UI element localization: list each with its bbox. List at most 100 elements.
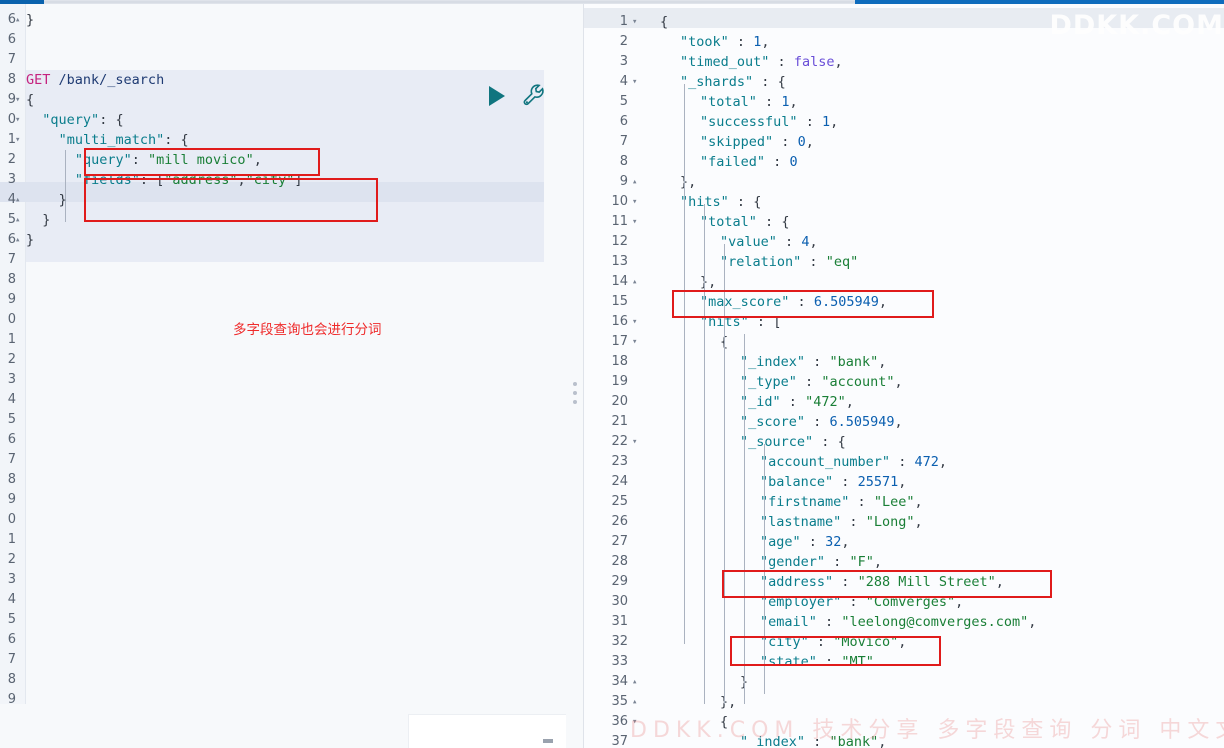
response-code-line[interactable]: 12 "value" : 4,: [584, 232, 1224, 252]
response-code-line[interactable]: 18 "_index" : "bank",: [584, 352, 1224, 372]
response-code-line[interactable]: 31 "email" : "leelong@comverges.com",: [584, 612, 1224, 632]
line-number: 1: [619, 14, 628, 29]
line-number: 0: [7, 112, 16, 127]
line-number: 7: [7, 452, 16, 467]
request-code-line[interactable]: 4 ▴ }: [0, 190, 566, 210]
response-code-line[interactable]: 13 "relation" : "eq": [584, 252, 1224, 272]
request-code-line[interactable]: 0 ▾ "query": {: [0, 110, 566, 130]
response-code-line[interactable]: 33 "state" : "MT": [584, 652, 1224, 672]
response-code-line[interactable]: 3 "timed_out" : false,: [584, 52, 1224, 72]
response-code-line[interactable]: 4 ▾ "_shards" : {: [584, 72, 1224, 92]
line-number: 12: [611, 234, 628, 249]
fold-toggle-icon[interactable]: ▾: [632, 432, 637, 452]
line-number: 21: [611, 414, 628, 429]
response-code-line[interactable]: 20 "_id" : "472",: [584, 392, 1224, 412]
response-code-line[interactable]: 26 "lastname" : "Long",: [584, 512, 1224, 532]
response-code-line[interactable]: 27 "age" : 32,: [584, 532, 1224, 552]
fold-toggle-icon[interactable]: ▴: [15, 10, 20, 30]
response-code-line[interactable]: 24 "balance" : 25571,: [584, 472, 1224, 492]
fold-toggle-icon[interactable]: ▾: [632, 192, 637, 212]
line-number: 1: [7, 532, 16, 547]
line-number: 0: [7, 312, 16, 327]
request-code-line[interactable]: 7: [0, 50, 566, 70]
response-code-line[interactable]: 25 "firstname" : "Lee",: [584, 492, 1224, 512]
response-code-line[interactable]: 29 "address" : "288 Mill Street",: [584, 572, 1224, 592]
indent-guide: [684, 84, 685, 644]
request-code-line[interactable]: 3 "fields": ["address","city"]: [0, 170, 566, 190]
fold-toggle-icon[interactable]: ▾: [632, 212, 637, 232]
request-code-line[interactable]: 9 ▾ {: [0, 90, 566, 110]
split-drag-handle-icon[interactable]: [571, 382, 579, 408]
response-code-line[interactable]: 15 "max_score" : 6.505949,: [584, 292, 1224, 312]
fold-toggle-icon[interactable]: ▴: [632, 172, 637, 192]
fold-toggle-icon[interactable]: ▾: [632, 12, 637, 32]
request-code-line[interactable]: 6 ▴}: [0, 10, 566, 30]
code-text: "employer" : "Comverges",: [760, 594, 964, 610]
code-text: "took" : 1,: [680, 34, 770, 50]
fold-toggle-icon[interactable]: ▴: [15, 210, 20, 230]
fold-toggle-icon[interactable]: ▾: [632, 72, 637, 92]
response-code-line[interactable]: 30 "employer" : "Comverges",: [584, 592, 1224, 612]
play-icon[interactable]: [486, 84, 508, 108]
line-number: 2: [7, 352, 16, 367]
request-code-line[interactable]: 8 GET /bank/_search: [0, 70, 566, 90]
response-code-line[interactable]: 35 ▴},: [584, 692, 1224, 712]
response-code-line[interactable]: 19 "_type" : "account",: [584, 372, 1224, 392]
response-code-line[interactable]: 23 "account_number" : 472,: [584, 452, 1224, 472]
response-code-line[interactable]: 16 ▾ "hits" : [: [584, 312, 1224, 332]
code-text: "lastname" : "Long",: [760, 514, 923, 530]
line-number: 1: [7, 132, 16, 147]
response-code-line[interactable]: 17▾{: [584, 332, 1224, 352]
line-number: 25: [611, 494, 628, 509]
request-code-line[interactable]: 1 ▾ "multi_match": {: [0, 130, 566, 150]
response-code-line[interactable]: 32 "city" : "Movico",: [584, 632, 1224, 652]
response-code-line[interactable]: 9 ▴},: [584, 172, 1224, 192]
line-number: 19: [611, 374, 628, 389]
fold-toggle-icon[interactable]: ▴: [632, 672, 637, 692]
response-editor-lines[interactable]: 1 ▾ {2 "took" : 1, 3 "timed_out" : false, 4 ▾ "_…: [584, 4, 1224, 748]
response-code-line[interactable]: 6 "successful" : 1,: [584, 112, 1224, 132]
fold-toggle-icon[interactable]: ▾: [632, 312, 637, 332]
top-bar-gray-track: [44, 1, 855, 3]
resize-grip-icon[interactable]: [543, 739, 553, 743]
request-pane[interactable]: 6 ▴} 6 7 8 GET /bank/_search 9 ▾{0 ▾ "query": {1…: [0, 4, 566, 748]
line-number: 8: [619, 154, 628, 169]
code-text: }: [58, 192, 67, 208]
code-text: "total" : {: [700, 214, 790, 230]
response-code-line[interactable]: 14 ▴},: [584, 272, 1224, 292]
fold-toggle-icon[interactable]: ▴: [15, 230, 20, 250]
fold-toggle-icon[interactable]: ▾: [15, 110, 20, 130]
fold-toggle-icon[interactable]: ▾: [15, 130, 20, 150]
autocomplete-popup[interactable]: [408, 714, 566, 748]
request-code-line[interactable]: 6: [0, 30, 566, 50]
response-code-line[interactable]: 21 "_score" : 6.505949,: [584, 412, 1224, 432]
response-pane[interactable]: 1 ▾ {2 "took" : 1, 3 "timed_out" : false, 4 ▾ "_…: [584, 4, 1224, 748]
line-number: 34: [611, 674, 628, 689]
response-code-line[interactable]: 5 "total" : 1,: [584, 92, 1224, 112]
response-code-line[interactable]: 7 "skipped" : 0,: [584, 132, 1224, 152]
request-code-line[interactable]: 2 "query": "mill movico",: [0, 150, 566, 170]
response-code-line[interactable]: 11 ▾ "total" : {: [584, 212, 1224, 232]
fold-toggle-icon[interactable]: ▴: [15, 190, 20, 210]
request-editor-lines[interactable]: 6 ▴} 6 7 8 GET /bank/_search 9 ▾{0 ▾ "query": {1…: [0, 4, 566, 748]
fold-toggle-icon[interactable]: ▴: [632, 272, 637, 292]
code-text: "hits" : {: [680, 194, 762, 210]
fold-toggle-icon[interactable]: ▴: [632, 692, 637, 712]
code-text: "max_score" : 6.505949,: [700, 294, 887, 310]
request-code-line[interactable]: 5 ▴ }: [0, 210, 566, 230]
wrench-icon[interactable]: [522, 82, 546, 108]
response-code-line[interactable]: 8 "failed" : 0: [584, 152, 1224, 172]
response-code-line[interactable]: 34▴}: [584, 672, 1224, 692]
pane-splitter[interactable]: [566, 4, 584, 748]
response-code-line[interactable]: 22 ▾ "_source" : {: [584, 432, 1224, 452]
fold-toggle-icon[interactable]: ▾: [632, 332, 637, 352]
response-code-line[interactable]: 10 ▾ "hits" : {: [584, 192, 1224, 212]
line-number: 6: [7, 32, 16, 47]
code-text: "hits" : [: [700, 314, 782, 330]
line-number: 7: [7, 52, 16, 67]
fold-toggle-icon[interactable]: ▾: [15, 90, 20, 110]
request-code-line[interactable]: 6 ▴}: [0, 230, 566, 250]
line-number: 9: [7, 92, 16, 107]
response-code-line[interactable]: 28 "gender" : "F",: [584, 552, 1224, 572]
request-action-icons[interactable]: [486, 82, 546, 110]
